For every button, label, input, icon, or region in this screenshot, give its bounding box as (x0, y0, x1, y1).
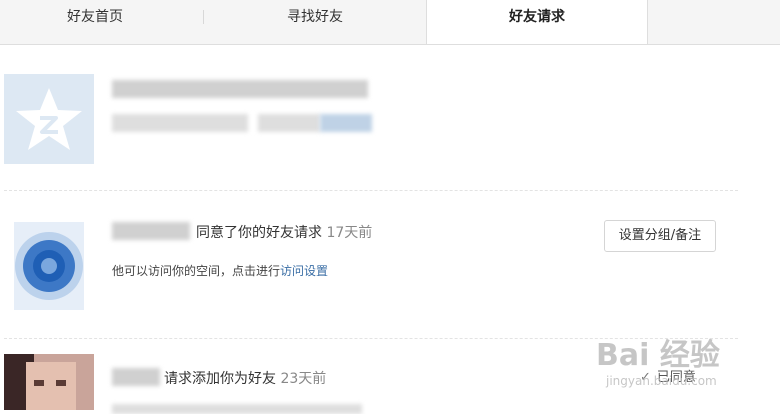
set-group-remark-button[interactable]: 设置分组/备注 (604, 220, 716, 252)
request-action: 请求添加你为好友 (164, 371, 276, 387)
watermark-logo: Bai 经验 (596, 338, 720, 373)
tab-friend-requests[interactable]: 好友请求 (426, 0, 648, 44)
qzone-star-icon (4, 74, 94, 164)
baidu-jingyan-watermark: Bai 经验 jingyan.baidu.com (590, 326, 780, 410)
avatar-image (14, 222, 84, 310)
tab-bar: 好友首页 寻找好友 好友请求 (0, 0, 780, 45)
access-settings-link[interactable]: 访问设置 (280, 264, 328, 278)
note-text: 他可以访问你的空间，点击进行 (112, 264, 281, 278)
friend-avatar[interactable] (4, 222, 94, 310)
blurred-username (112, 222, 190, 240)
request-text: 请求添加你为好友 23天前 (164, 368, 326, 388)
tab-divider (203, 10, 204, 24)
tab-find-friends[interactable]: 寻找好友 (205, 0, 425, 34)
avatar-image (4, 354, 94, 410)
row-divider (4, 190, 738, 191)
blurred-link (320, 114, 372, 132)
request-action: 同意了你的好友请求 (196, 225, 322, 241)
request-text: 同意了你的好友请求 17天前 (196, 222, 372, 242)
blurred-username (112, 368, 160, 386)
blurred-message (112, 114, 248, 132)
blurred-username (112, 80, 368, 98)
request-time: 17天前 (326, 225, 373, 241)
blurred-note (112, 404, 362, 414)
watermark-url: jingyan.baidu.com (606, 374, 717, 388)
request-time: 23天前 (280, 371, 327, 387)
default-avatar[interactable] (4, 74, 94, 164)
blurred-message-2 (258, 114, 320, 132)
friend-avatar[interactable] (4, 354, 94, 410)
tab-friends-home[interactable]: 好友首页 (0, 0, 190, 34)
request-note: 他可以访问你的空间，点击进行访问设置 (112, 262, 328, 279)
